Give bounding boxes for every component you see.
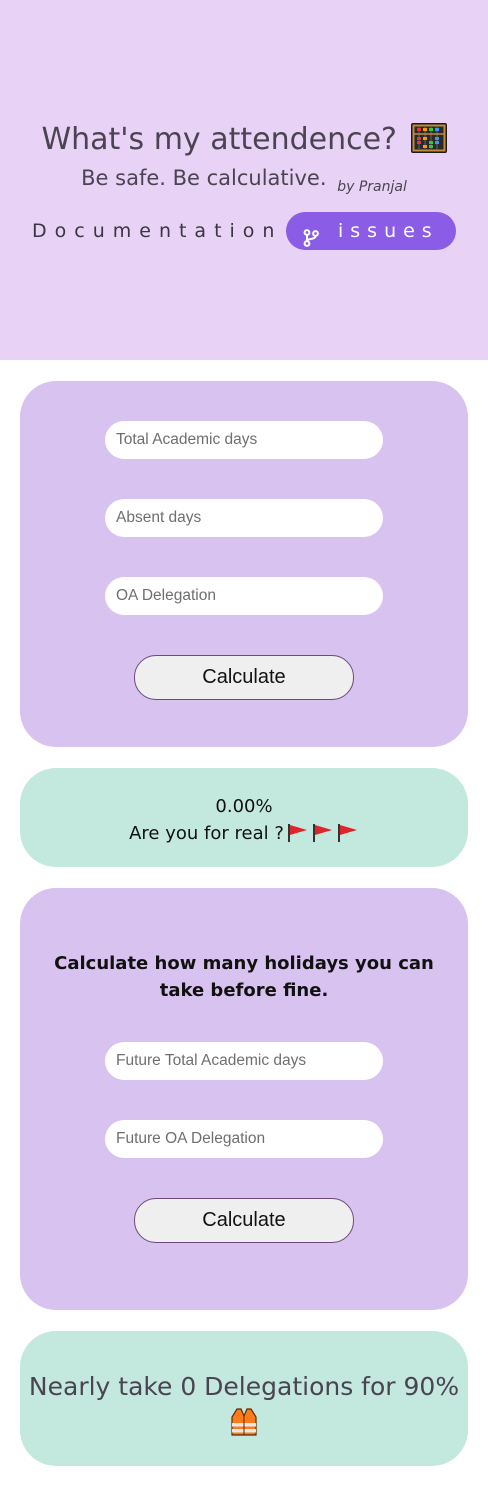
red-flag-icon — [337, 823, 359, 851]
tagline-text: Be safe. Be calculative. — [81, 166, 327, 190]
header-links: Documentation issues — [0, 212, 488, 250]
holiday-form-card: Calculate how many holidays you can take… — [20, 888, 468, 1310]
tagline: Be safe. Be calculative. by Pranjal — [0, 166, 488, 195]
page-title-text: What's my attendence? — [41, 122, 397, 157]
attendance-form-card: Calculate — [20, 381, 468, 747]
abacus-emoji-icon — [410, 123, 447, 161]
calculate-holidays-button[interactable]: Calculate — [134, 1198, 354, 1243]
red-flag-icon — [287, 823, 309, 851]
future-oa-delegation-input[interactable] — [105, 1120, 383, 1158]
attendance-message: Are you for real ? — [129, 823, 284, 844]
issues-button[interactable]: issues — [286, 212, 456, 250]
author-byline: by Pranjal — [337, 179, 407, 195]
safety-vest-icon — [229, 1407, 259, 1447]
holiday-result-text: Nearly take 0 Delegations for 90% — [20, 1369, 468, 1447]
hero-header: What's my attendence? Be safe. Be calcul… — [0, 0, 488, 360]
issues-label: issues — [338, 220, 439, 242]
calculate-attendance-button[interactable]: Calculate — [134, 655, 354, 700]
attendance-message-line: Are you for real ? — [20, 820, 468, 851]
git-branch-icon — [302, 222, 320, 260]
attendance-result-card: 0.00% Are you for real ? — [20, 768, 468, 867]
oa-delegation-input[interactable] — [105, 577, 383, 615]
red-flag-icon — [312, 823, 334, 851]
documentation-link[interactable]: Documentation — [32, 220, 282, 242]
absent-days-input[interactable] — [105, 499, 383, 537]
holiday-result-card: Nearly take 0 Delegations for 90% — [20, 1331, 468, 1466]
future-total-academic-days-input[interactable] — [105, 1042, 383, 1080]
holiday-result-message: Nearly take 0 Delegations for 90% — [28, 1372, 460, 1401]
page-title: What's my attendence? — [0, 122, 488, 161]
total-academic-days-input[interactable] — [105, 421, 383, 459]
holiday-heading: Calculate how many holidays you can take… — [54, 953, 434, 1001]
attendance-percentage: 0.00% — [215, 796, 273, 817]
